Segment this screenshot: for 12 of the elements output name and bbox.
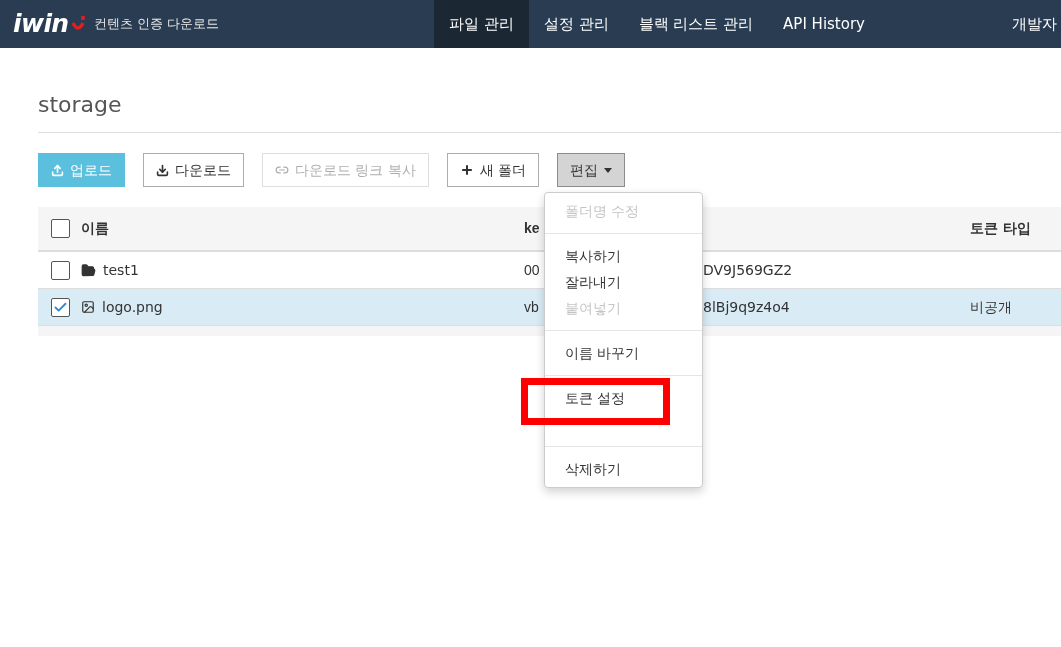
table-cell-text: 8lBj9q9z4o4 [703, 297, 790, 317]
column-header: ke [524, 219, 541, 238]
file-name: test1 [103, 260, 139, 280]
table-cell-text: DV9J569GZ2 [703, 260, 793, 280]
table-cell-text: vb [524, 297, 539, 317]
app-subtitle: 컨텐츠 인증 다운로드 [93, 15, 219, 34]
page-title: storage [38, 91, 123, 119]
column-header: 이름 [81, 219, 110, 238]
column-header: 토큰 타입 [970, 219, 1031, 238]
file-name: logo.png [102, 297, 163, 317]
table-cell-text: 비공개 [970, 297, 1012, 317]
table-cell-text: 00 [524, 260, 540, 280]
